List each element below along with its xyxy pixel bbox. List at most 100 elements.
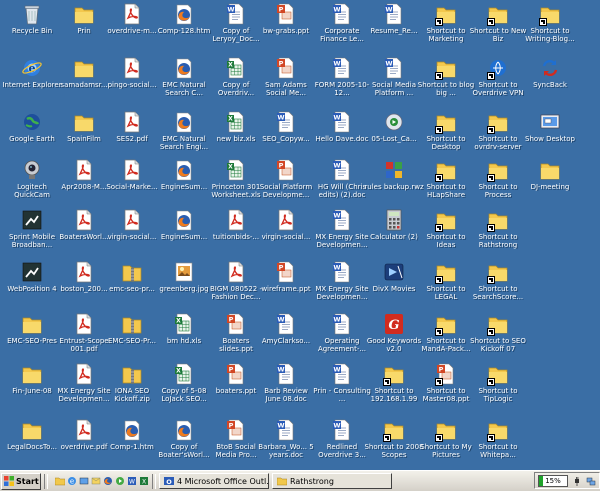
taskbar-button[interactable]: Rathstrong	[272, 473, 392, 489]
desktop-icon[interactable]: W SEO_Copyw...	[258, 110, 314, 164]
desktop-icon[interactable]: Shortcut to ovrdrv-server	[470, 110, 526, 164]
desktop-icon[interactable]: EMC-SEO-Pres	[4, 312, 60, 366]
shortcut-arrow-icon	[487, 378, 495, 386]
desktop-icon[interactable]: Shortcut to Rathstrong	[470, 208, 526, 262]
powerpoint-file-icon: P	[275, 56, 297, 80]
battery-meter[interactable]: 15%	[538, 474, 568, 487]
desktop-icon[interactable]: Shortcut to New Biz	[470, 2, 526, 56]
quicklaunch-ie-icon[interactable]: e	[67, 476, 77, 486]
desktop-icon[interactable]: Comp-128.htm	[156, 2, 212, 56]
quicklaunch-outlook-icon[interactable]	[91, 476, 101, 486]
syncback-icon	[539, 56, 561, 80]
desktop-icon[interactable]: virgin-social...	[104, 208, 160, 262]
desktop-icon[interactable]: Logitech QuickCam	[4, 158, 60, 212]
desktop-icon[interactable]: Comp-1.htm	[104, 418, 160, 472]
desktop-icon[interactable]: W Hello Dave.doc	[314, 110, 370, 164]
desktop-icon[interactable]: EngineSum...	[156, 208, 212, 262]
desktop-icon[interactable]: X Copy of 5-08 LoJack SEO...	[156, 362, 212, 416]
desktop-icon[interactable]: Shortcut to SEO Kickoff 07	[470, 312, 526, 366]
desktop-icon[interactable]: W Redlined Overdrive 3...	[314, 418, 370, 472]
desktop-icon[interactable]: LegalDocsTo...	[4, 418, 60, 472]
start-button[interactable]: Start	[1, 472, 41, 490]
quicklaunch-show-desktop-icon[interactable]	[79, 476, 89, 486]
desktop-icon[interactable]: Fin-June-08	[4, 362, 60, 416]
desktop-icon[interactable]: Shortcut to Marketing	[418, 2, 474, 56]
desktop-icon[interactable]: EMC Natural Search C...	[156, 56, 212, 110]
desktop-icon[interactable]: virgin-social...	[258, 208, 314, 262]
desktop-icon[interactable]: W Social Media Platform ...	[366, 56, 422, 110]
desktop-icon-label: Shortcut to Master08.ppt	[422, 387, 470, 403]
folder-icon	[73, 2, 95, 26]
desktop-icon[interactable]: EngineSum...	[156, 158, 212, 212]
desktop-icon[interactable]: pingo-social...	[104, 56, 160, 110]
desktop-icon[interactable]: P Shortcut to Master08.ppt	[418, 362, 474, 416]
desktop-icon[interactable]: IONA SEO Kickoff.zip	[104, 362, 160, 416]
desktop-icon[interactable]: W Barbara_Wo... 5 years.doc	[258, 418, 314, 472]
desktop-icon[interactable]: W FORM 2005-10-12...	[314, 56, 370, 110]
desktop-icon[interactable]: Shortcut to HLapShare	[418, 158, 474, 212]
desktop-icon[interactable]: W HG Will (Chris edits) (2).doc	[314, 158, 370, 212]
taskbar-button[interactable]: O 4 Microsoft Office Outl...	[159, 473, 269, 489]
desktop-icon[interactable]: Pbw-grabs.ppt	[258, 2, 314, 56]
desktop-icon[interactable]: DJ-meeting	[522, 158, 578, 212]
desktop-icon[interactable]: G Good Keywords v2.0	[366, 312, 422, 366]
desktop-icon[interactable]: P Sam Adams Social Me...	[258, 56, 314, 110]
network-icon[interactable]	[586, 476, 596, 486]
desktop-icon[interactable]: Show Desktop	[522, 110, 578, 164]
desktop-icon[interactable]: Shortcut to My Pictures	[418, 418, 474, 472]
quicklaunch-firefox-icon[interactable]	[103, 476, 113, 486]
desktop-icon[interactable]: rules backup.rwz	[364, 158, 424, 212]
desktop-icon[interactable]: SES2.pdf	[104, 110, 160, 164]
desktop-icon[interactable]: Shortcut to SearchScore...	[470, 260, 526, 314]
desktop-icon[interactable]: W Operating Agreement-...	[314, 312, 370, 366]
desktop-icon-label: EMC Natural Search Engi...	[159, 135, 209, 151]
desktop-icon[interactable]: Google Earth	[4, 110, 60, 164]
desktop-icon[interactable]: Calculator (2)	[366, 208, 422, 262]
desktop-icon[interactable]: overdrive-m...	[104, 2, 160, 56]
desktop-icon[interactable]: W Barb Review June 08.doc	[258, 362, 314, 416]
desktop-icon[interactable]: W AmyClarkso...	[258, 312, 314, 366]
desktop-icon[interactable]: Shortcut to Desktop	[418, 110, 474, 164]
desktop-icon[interactable]: 05-Lost_Ca...	[366, 110, 422, 164]
desktop-icon[interactable]: W Resume_Re...	[366, 2, 422, 56]
desktop-icon[interactable]: Xbm hd.xls	[156, 312, 212, 366]
desktop-icon[interactable]: Shortcut to MandA-Pack...	[418, 312, 474, 366]
desktop-icon[interactable]: DivX Movies	[366, 260, 422, 314]
desktop-icon[interactable]: W Corporate Finance Le...	[314, 2, 370, 56]
desktop-icon[interactable]: Shortcut to 192.168.1.99	[366, 362, 422, 416]
desktop-icon[interactable]: EMC-SEO-Pr...	[104, 312, 160, 366]
quicklaunch-excel-icon[interactable]: X	[139, 476, 149, 486]
desktop-icon[interactable]: EMC Natural Search Engi...	[156, 110, 212, 164]
desktop-icon[interactable]: P Social Platform Developme...	[258, 158, 314, 212]
quicklaunch-folder-icon[interactable]	[54, 476, 66, 486]
desktop-icon[interactable]: Shortcut to blog big ...	[418, 56, 474, 110]
desktop-icon[interactable]: Shortcut to TipLogic	[470, 362, 526, 416]
powerpoint-file-icon: P	[275, 260, 297, 284]
desktop-icon[interactable]: Recycle Bin	[4, 2, 60, 56]
desktop-icon[interactable]: emc-seo-pr...	[104, 260, 160, 314]
quicklaunch-word-icon[interactable]: W	[127, 476, 137, 486]
desktop-icon[interactable]: WebPosition 4	[4, 260, 60, 314]
firefox-document-icon	[173, 2, 195, 26]
desktop-icon[interactable]: e Internet Explorer	[2, 56, 62, 110]
desktop-icon[interactable]: W MX Energy Site Developmen...	[314, 208, 370, 262]
divx-movies-icon	[383, 260, 405, 284]
quicklaunch-media-icon[interactable]	[115, 476, 125, 486]
desktop-icon[interactable]: Shortcut to Ideas	[418, 208, 474, 262]
desktop-icon[interactable]: Pwireframe.ppt	[258, 260, 314, 314]
desktop-icon[interactable]: greenberg.jpg	[156, 260, 212, 314]
desktop-icon[interactable]: Shortcut to Process	[470, 158, 526, 212]
power-plug-icon[interactable]	[572, 476, 582, 486]
shortcut-folder-icon	[487, 158, 509, 182]
desktop-icon[interactable]: W MX Energy Site Developmen...	[314, 260, 370, 314]
desktop-icon[interactable]: Shortcut to LEGAL	[418, 260, 474, 314]
desktop-icon[interactable]: Copy of Boater'sWorl...	[156, 418, 212, 472]
desktop-icon[interactable]: W Prin - Consulting ...	[313, 362, 371, 416]
desktop-icon[interactable]: Shortcut to 2008 Scopes	[364, 418, 424, 472]
desktop-icon[interactable]: Social-Marke...	[104, 158, 160, 212]
desktop-icon[interactable]: SyncBack	[522, 56, 578, 110]
desktop-icon[interactable]: Shortcut to Overdrive VPN	[470, 56, 526, 110]
desktop-icon[interactable]: Shortcut to Writing-Blog...	[522, 2, 578, 56]
desktop-icon[interactable]: Shortcut to Whitepa...	[470, 418, 526, 472]
desktop-icon[interactable]: Sprint Mobile Broadban...	[4, 208, 60, 262]
